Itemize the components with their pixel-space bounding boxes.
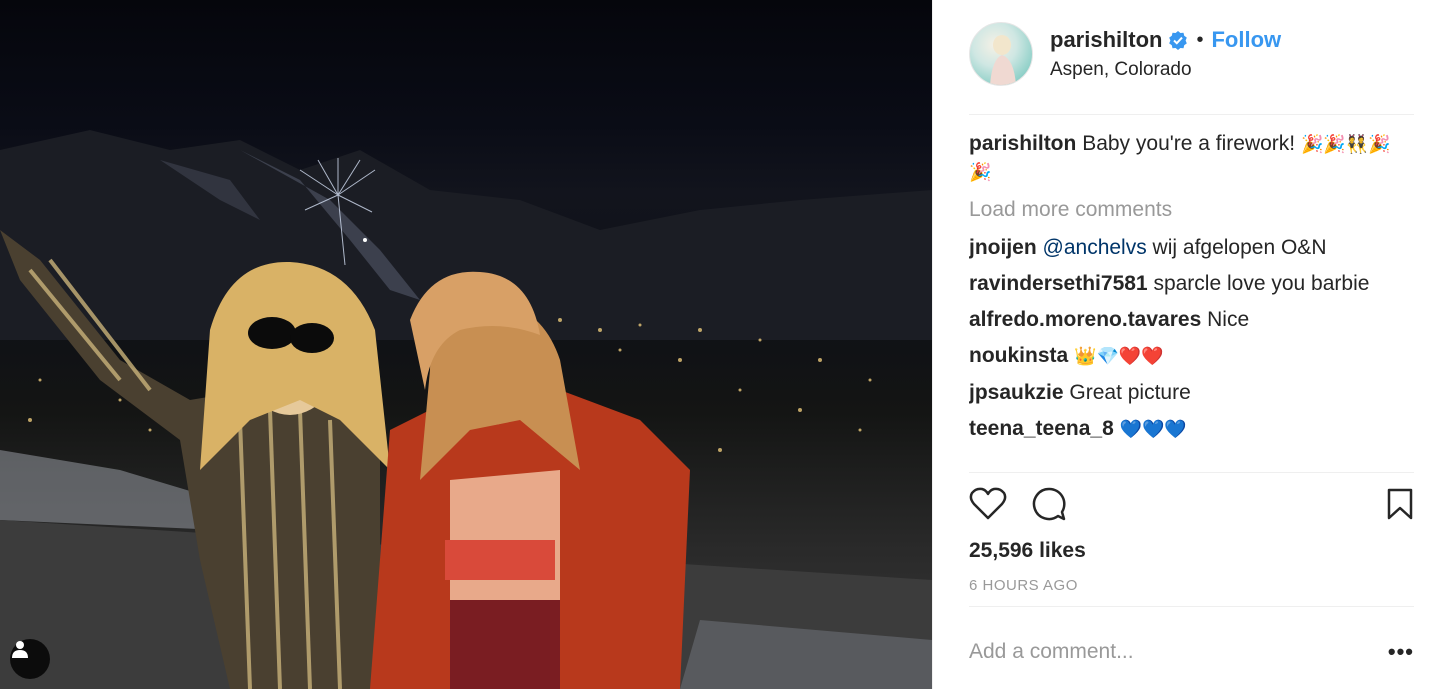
photo-illustration (0, 130, 932, 689)
comment-username[interactable]: ravindersethi7581 (969, 272, 1148, 295)
comment-text: sparcle love you barbie (1153, 272, 1370, 295)
list-item: jpsaukzie Great picture (969, 379, 1400, 406)
list-item: jnoijen @anchelvs wij afgelopen O&N (969, 234, 1400, 261)
add-comment-row: ••• (969, 636, 1414, 668)
comment-text: 👑💎❤️❤️ (1074, 346, 1164, 366)
follow-button[interactable]: Follow (1211, 27, 1281, 53)
header-username[interactable]: parishilton (1050, 27, 1162, 53)
list-item: teena_teena_8 💙💙💙 (969, 415, 1400, 443)
action-bar (969, 486, 1414, 526)
separator-dot: • (1196, 28, 1204, 51)
comment-username[interactable]: jnoijen (969, 236, 1037, 259)
location-link[interactable]: Aspen, Colorado (1050, 59, 1281, 81)
comment-text: wij afgelopen O&N (1146, 236, 1327, 259)
comment-username[interactable]: teena_teena_8 (969, 417, 1114, 440)
post-header: parishilton • Follow Aspen, Colorado (969, 22, 1414, 114)
bookmark-icon[interactable] (1386, 487, 1414, 526)
more-options-button[interactable]: ••• (1388, 639, 1414, 665)
post-photo[interactable] (0, 0, 932, 689)
header-row: parishilton • Follow (1050, 27, 1281, 53)
comments-divider (969, 472, 1414, 473)
load-more-comments-button[interactable]: Load more comments (969, 196, 1400, 223)
comment-text: Great picture (1069, 381, 1191, 404)
post-sidebar: parishilton • Follow Aspen, Colorado par… (932, 0, 1440, 689)
likes-count[interactable]: 25,596 likes (969, 539, 1086, 563)
comment-username[interactable]: noukinsta (969, 344, 1068, 367)
comment-username[interactable]: jpsaukzie (969, 381, 1064, 404)
user-tag-button[interactable] (10, 639, 50, 679)
comment-username[interactable]: alfredo.moreno.tavares (969, 308, 1201, 331)
comment-mention[interactable]: @anchelvs (1043, 236, 1147, 259)
footer-divider (969, 606, 1414, 607)
comments-list: parishilton Baby you're a firework! 🎉🎉👯🎉… (969, 130, 1400, 470)
add-comment-input[interactable] (969, 640, 1349, 664)
instagram-post: parishilton • Follow Aspen, Colorado par… (0, 0, 1440, 689)
caption: parishilton Baby you're a firework! 🎉🎉👯🎉… (969, 130, 1400, 186)
caption-username[interactable]: parishilton (969, 132, 1076, 155)
heart-icon[interactable] (969, 487, 1007, 526)
comment-text: 💙💙💙 (1119, 419, 1187, 439)
header-divider (969, 114, 1414, 115)
avatar[interactable] (969, 22, 1033, 86)
verified-badge-icon (1168, 30, 1188, 50)
list-item: noukinsta 👑💎❤️❤️ (969, 342, 1400, 370)
list-item: ravindersethi7581 sparcle love you barbi… (969, 270, 1400, 297)
list-item: alfredo.moreno.tavares Nice (969, 306, 1400, 333)
comment-icon[interactable] (1031, 486, 1067, 527)
header-text: parishilton • Follow Aspen, Colorado (1050, 22, 1281, 81)
comment-text: Nice (1207, 308, 1250, 331)
post-timestamp[interactable]: 6 HOURS AGO (969, 577, 1078, 594)
caption-text: Baby you're a firework! (1082, 132, 1296, 155)
